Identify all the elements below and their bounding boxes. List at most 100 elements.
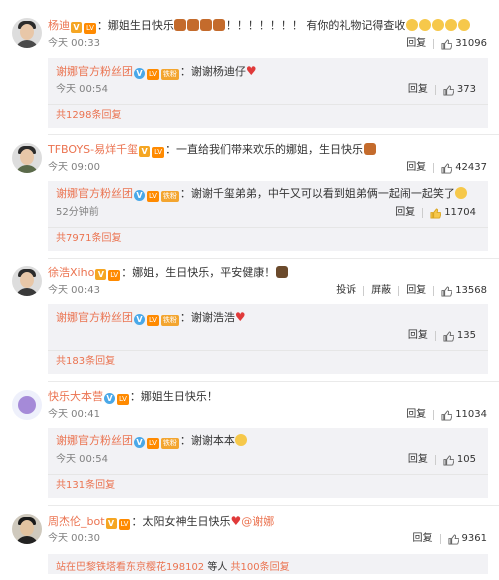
username[interactable]: 杨迪 (48, 19, 70, 32)
comment-text: ！！！！！！！ 有你的礼物记得查收 (225, 19, 406, 32)
level-badge-icon: LV (84, 23, 96, 34)
reply-username[interactable]: 谢娜官方粉丝团 (56, 311, 133, 324)
avatar[interactable] (12, 390, 42, 420)
laugh-icon (455, 187, 468, 199)
divider (439, 534, 441, 544)
divider (363, 286, 365, 296)
divider (398, 286, 400, 296)
more-replies-link[interactable]: 共183条回复 (56, 356, 115, 368)
replier-suffix: 等人 (204, 562, 231, 573)
more-replies-link[interactable]: 共1298条回复 (56, 110, 121, 122)
reply-button[interactable]: 回复 (406, 285, 426, 297)
more-replies-link[interactable]: 共131条回复 (56, 480, 115, 492)
thumbs-up-icon[interactable] (441, 285, 453, 297)
level-badge-icon: LV (118, 519, 131, 530)
reply-time: 今天 00:54 (56, 454, 108, 465)
reply-username[interactable]: 谢娜官方粉丝团 (56, 434, 133, 447)
cake-icon (275, 266, 288, 278)
report-button[interactable]: 投诉 (336, 285, 356, 297)
thumbs-up-icon[interactable] (430, 207, 442, 219)
cake-icon (363, 143, 376, 155)
reply-button[interactable]: 回复 (408, 454, 428, 466)
divider (434, 455, 436, 465)
divider (433, 163, 435, 173)
comment-time: 今天 00:33 (48, 38, 100, 49)
like-count: 135 (456, 330, 476, 341)
fan-badge-icon: 铁粉 (160, 69, 179, 80)
comment-time: 今天 00:30 (48, 533, 100, 544)
smile-icon (405, 19, 418, 31)
like-count: 42437 (455, 162, 487, 173)
reply-username[interactable]: 谢娜官方粉丝团 (56, 65, 133, 78)
thumbs-up-icon[interactable] (441, 38, 453, 50)
reply-box: 谢娜官方粉丝团 V LV 铁粉 ：谢谢浩浩♥ 回复 135 共183条回复 (48, 304, 488, 374)
like-count: 13568 (455, 285, 487, 296)
level-badge-icon: LV (147, 315, 159, 326)
cake-icon (187, 19, 200, 31)
reply-button[interactable]: 回复 (408, 330, 428, 342)
comment-time: 今天 00:43 (48, 285, 100, 296)
comment-time: 今天 09:00 (48, 162, 100, 173)
heart-icon: ♥ (230, 514, 242, 528)
smile-icon (235, 434, 248, 446)
block-button[interactable]: 屏蔽 (371, 285, 391, 297)
more-replies-link[interactable]: 共7971条回复 (56, 233, 121, 245)
divider (48, 258, 499, 259)
level-badge-icon: LV (147, 191, 159, 202)
divider (422, 208, 424, 218)
thumbs-up-icon[interactable] (441, 409, 453, 421)
comment-text: ：娜姐生日快乐！ (129, 390, 218, 403)
verified-badge-icon: V (139, 146, 151, 157)
reply-text: ：谢谢千玺弟弟，中午又可以看到姐弟俩一起闹一起笑了 (179, 187, 455, 200)
thumbs-up-icon[interactable] (443, 84, 454, 96)
thumbs-up-icon[interactable] (443, 454, 454, 466)
verified-badge-icon: V (104, 393, 115, 404)
username[interactable]: TFBOYS-易烊千玺 (48, 143, 138, 156)
reply-button[interactable]: 回复 (395, 207, 415, 219)
smile-icon (444, 19, 457, 31)
comment-text: ：娜姐，生日快乐，平安健康！ (121, 266, 276, 279)
level-badge-icon: LV (152, 147, 165, 158)
username[interactable]: 徐浩Xiho (48, 266, 94, 279)
level-badge-icon: LV (108, 270, 121, 281)
thumbs-up-icon[interactable] (448, 533, 459, 545)
level-badge-icon: LV (147, 438, 159, 449)
comment-text: ：娜姐生日快乐 (96, 19, 174, 32)
fan-badge-icon: 铁粉 (160, 438, 179, 449)
divider (433, 39, 435, 49)
reply-button[interactable]: 回复 (413, 533, 433, 545)
divider (433, 286, 435, 296)
like-count: 11034 (455, 409, 487, 420)
level-badge-icon: LV (147, 69, 159, 80)
divider (434, 85, 436, 95)
reply-text: ：谢谢浩浩 (179, 311, 235, 324)
divider (48, 381, 499, 382)
verified-badge-icon: V (134, 314, 145, 325)
reply-button[interactable]: 回复 (406, 409, 426, 421)
avatar[interactable] (12, 143, 42, 173)
verified-badge-icon: V (95, 269, 107, 280)
avatar[interactable] (12, 266, 42, 296)
replier-link[interactable]: 站在巴黎铁塔看东京樱花198102 (56, 562, 204, 573)
mention-link[interactable]: @谢娜 (241, 515, 274, 528)
avatar[interactable] (12, 514, 42, 544)
thumbs-up-icon[interactable] (443, 330, 454, 342)
reply-button[interactable]: 回复 (406, 162, 426, 174)
reply-button[interactable]: 回复 (406, 38, 426, 50)
avatar[interactable] (12, 18, 42, 48)
reply-button[interactable]: 回复 (408, 84, 428, 96)
like-count: 31096 (455, 38, 487, 49)
heart-icon: ♥ (245, 64, 257, 78)
comment-time: 今天 00:41 (48, 409, 100, 420)
username[interactable]: 周杰伦_bot (48, 515, 105, 528)
reply-box: 谢娜官方粉丝团 V LV 铁粉 ：谢谢千玺弟弟，中午又可以看到姐弟俩一起闹一起笑了 52… (48, 181, 488, 251)
thumbs-up-icon[interactable] (441, 162, 453, 174)
all-replies-link[interactable]: 共100条回复 (231, 562, 290, 573)
reply-summary-bar: 站在巴黎铁塔看东京樱花198102 等人 共100条回复 (48, 554, 488, 574)
reply-text: ：谢谢杨迪仔 (179, 65, 246, 78)
username[interactable]: 快乐大本营 (48, 390, 103, 403)
cake-icon (213, 19, 226, 31)
reply-username[interactable]: 谢娜官方粉丝团 (56, 187, 133, 200)
heart-icon: ♥ (234, 310, 246, 324)
reply-time: 52分钟前 (56, 207, 99, 218)
